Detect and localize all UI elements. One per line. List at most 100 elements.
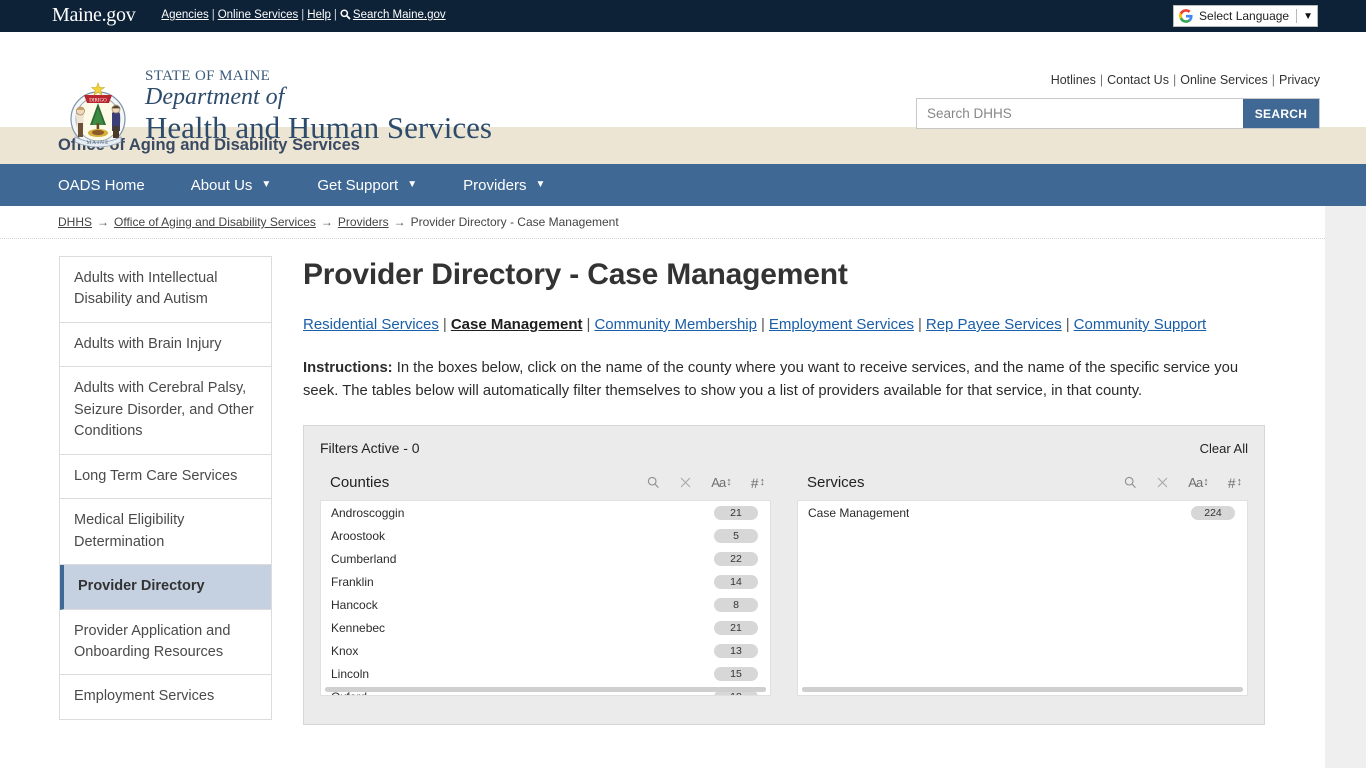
county-count: 5 — [714, 528, 758, 543]
mainegov-logo[interactable]: Maine.gov — [52, 4, 136, 27]
dhhs-search-box: SEARCH — [916, 98, 1320, 129]
select-language-label: Select Language — [1199, 9, 1290, 23]
sidebar-menu: Adults with Intellectual Disability and … — [59, 256, 272, 720]
clear-x-icon[interactable] — [680, 477, 691, 488]
scrollbar-thumb[interactable] — [802, 687, 1243, 693]
sort-updown-glyph: ↕ — [759, 476, 766, 489]
sidebar-item-long-term-care-services[interactable]: Long Term Care Services — [60, 455, 271, 500]
instructions-text: In the boxes below, click on the name of… — [303, 359, 1239, 400]
page-right-gutter — [1325, 206, 1366, 768]
sidebar-item-provider-application-onboarding[interactable]: Provider Application and Onboarding Reso… — [60, 610, 271, 676]
sidebar-item-provider-directory[interactable]: Provider Directory — [60, 565, 271, 610]
brand-agency-line: Health and Human Services — [145, 109, 492, 145]
sidebar-item-adults-intellectual-disability-autism[interactable]: Adults with Intellectual Disability and … — [60, 257, 271, 323]
list-item[interactable]: Knox 13 — [321, 639, 770, 662]
list-item[interactable]: Cumberland 22 — [321, 547, 770, 570]
link-online-services-dhhs[interactable]: Online Services — [1180, 73, 1268, 87]
services-list[interactable]: Case Management 224 — [797, 500, 1248, 697]
clear-x-icon[interactable] — [1157, 477, 1168, 488]
sort-numeric-icon[interactable]: # ↕ — [1228, 476, 1242, 490]
dhhs-masthead: DIRIGO MAINE STATE OF MAINE Department o… — [0, 32, 1366, 148]
horizontal-scrollbar[interactable] — [802, 687, 1243, 693]
service-link-employment-services[interactable]: Employment Services — [769, 316, 914, 333]
county-count: 13 — [714, 643, 758, 658]
nav-item-about-us[interactable]: About Us ▼ — [191, 177, 272, 194]
list-item[interactable]: Aroostook 5 — [321, 524, 770, 547]
sort-updown-glyph: ↕ — [1203, 476, 1208, 489]
sort-numeric-icon[interactable]: # ↕ — [751, 476, 765, 490]
browser-viewport: Maine.gov Agencies | Online Services | Help |… — [0, 0, 1366, 768]
breadcrumb-item-oads[interactable]: Office of Aging and Disability Services — [114, 215, 316, 229]
search-icon[interactable] — [1124, 476, 1137, 489]
nav-item-oads-home[interactable]: OADS Home — [58, 177, 145, 194]
search-button[interactable]: SEARCH — [1243, 99, 1319, 128]
service-link-case-management[interactable]: Case Management — [451, 316, 583, 333]
services-items: Case Management 224 — [798, 501, 1247, 524]
sidebar-item-medical-eligibility-determination[interactable]: Medical Eligibility Determination — [60, 499, 271, 566]
filters-active-status: Filters Active - 0 — [320, 440, 420, 457]
service-link-community-support[interactable]: Community Support — [1074, 316, 1207, 333]
instructions-paragraph: Instructions: In the boxes below, click … — [303, 357, 1265, 403]
service-link-residential-services[interactable]: Residential Services — [303, 316, 439, 333]
sort-updown-glyph: ↕ — [726, 476, 731, 489]
filter-columns: Counties Aa ↕ # ↕ Androscoggin 21 Aroost… — [320, 474, 1248, 697]
list-item[interactable]: Kennebec 21 — [321, 616, 770, 639]
filter-column-services: Services Aa ↕ # ↕ Case Management 224 — [797, 474, 1248, 697]
chevron-down-icon: ▼ — [535, 179, 546, 190]
scrollbar-thumb[interactable] — [325, 687, 766, 693]
counties-list[interactable]: Androscoggin 21 Aroostook 5 Cumberland 22 F… — [320, 500, 771, 697]
link-contact-us[interactable]: Contact Us — [1107, 73, 1169, 87]
dhhs-brand[interactable]: STATE OF MAINE Department of Health and … — [145, 68, 492, 144]
service-link-rep-payee-services[interactable]: Rep Payee Services — [926, 316, 1062, 333]
breadcrumb-item-providers[interactable]: Providers — [338, 215, 389, 229]
filter-column-header: Counties Aa ↕ # ↕ — [320, 474, 771, 500]
filter-column-counties: Counties Aa ↕ # ↕ Androscoggin 21 Aroost… — [320, 474, 771, 697]
nav-item-providers[interactable]: Providers ▼ — [463, 177, 545, 194]
body-columns: Adults with Intellectual Disability and … — [0, 239, 1325, 726]
county-count: 22 — [714, 551, 758, 566]
mainegov-utility-bar: Maine.gov Agencies | Online Services | Help |… — [0, 0, 1366, 32]
main-content: Provider Directory - Case Management Res… — [272, 256, 1325, 726]
clear-all-button[interactable]: Clear All — [1200, 441, 1248, 456]
county-name: Aroostook — [331, 528, 386, 543]
link-agencies[interactable]: Agencies — [161, 9, 208, 21]
sidebar-item-adults-brain-injury[interactable]: Adults with Brain Injury — [60, 323, 271, 368]
nav-label: Providers — [463, 176, 527, 194]
sort-alpha-label: Aa — [1188, 475, 1203, 491]
link-hotlines[interactable]: Hotlines — [1051, 73, 1096, 87]
brand-state-line: STATE OF MAINE — [145, 68, 271, 84]
list-item[interactable]: Lincoln 15 — [321, 662, 770, 685]
sort-alpha-icon[interactable]: Aa ↕ — [1188, 475, 1208, 491]
horizontal-scrollbar[interactable] — [325, 687, 766, 693]
sidebar-item-adults-cerebral-palsy[interactable]: Adults with Cerebral Palsy, Seizure Diso… — [60, 367, 271, 455]
link-help[interactable]: Help — [307, 9, 331, 21]
page-title: Provider Directory - Case Management — [303, 258, 848, 291]
service-link-community-membership[interactable]: Community Membership — [594, 316, 757, 333]
county-count: 8 — [714, 597, 758, 612]
link-search-mainegov[interactable]: Search Maine.gov — [353, 9, 446, 21]
list-item[interactable]: Case Management 224 — [798, 501, 1247, 524]
filter-column-header: Services Aa ↕ # ↕ — [797, 474, 1248, 500]
link-online-services[interactable]: Online Services — [218, 9, 299, 21]
county-name: Hancock — [331, 597, 378, 612]
county-name: Franklin — [331, 574, 374, 589]
chevron-down-icon[interactable]: ▼ — [1303, 11, 1313, 22]
search-icon[interactable] — [647, 476, 660, 489]
svg-text:MAINE: MAINE — [86, 140, 109, 146]
filter-column-title: Services — [807, 474, 865, 492]
select-language-widget[interactable]: Select Language ▼ — [1173, 5, 1318, 27]
service-links-bar: Residential Services | Case Management | Com… — [303, 314, 1265, 337]
link-privacy[interactable]: Privacy — [1279, 73, 1320, 87]
nav-item-get-support[interactable]: Get Support ▼ — [317, 177, 417, 194]
list-item[interactable]: Hancock 8 — [321, 593, 770, 616]
sort-alpha-icon[interactable]: Aa ↕ — [711, 476, 731, 489]
breadcrumb-item-dhhs[interactable]: DHHS — [58, 215, 92, 229]
list-item[interactable]: Franklin 14 — [321, 570, 770, 593]
counties-items: Androscoggin 21 Aroostook 5 Cumberland 22 F… — [321, 501, 770, 696]
filter-column-title: Counties — [330, 474, 390, 492]
sidebar-item-employment-services[interactable]: Employment Services — [60, 675, 271, 720]
list-item[interactable]: Androscoggin 21 — [321, 501, 770, 524]
service-count: 224 — [1191, 505, 1235, 520]
search-input[interactable] — [917, 99, 1243, 128]
state-of-maine-seal-icon: DIRIGO MAINE — [62, 79, 134, 151]
